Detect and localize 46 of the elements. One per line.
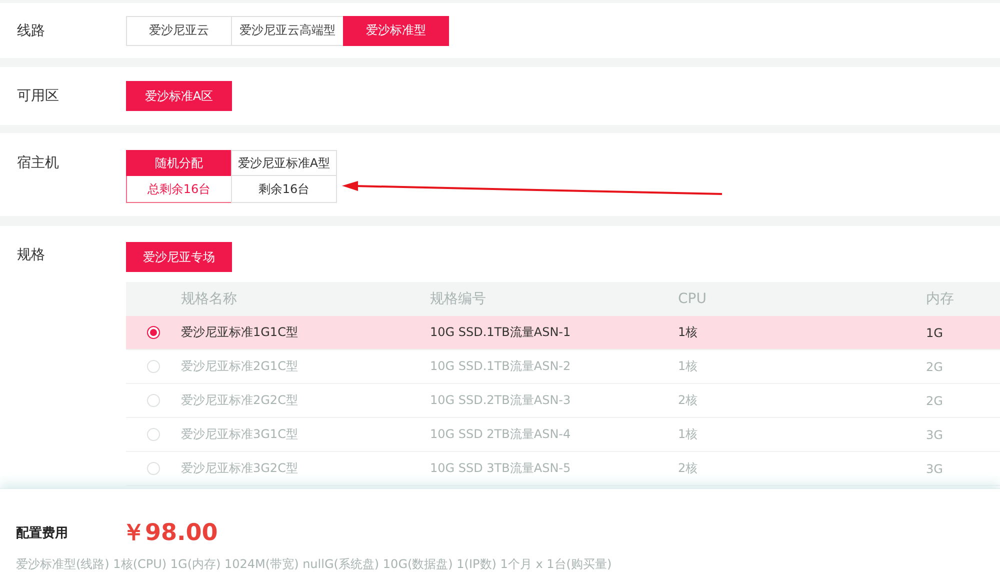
remaining-count: 剩余16台 — [231, 176, 337, 203]
group-tab[interactable]: 爱沙尼亚专场 — [126, 242, 232, 272]
table-cell-text: 爱沙尼亚标准2G2C型 — [181, 392, 299, 409]
field-label: 规格 — [17, 246, 46, 264]
option-button[interactable]: 爱沙尼亚云高端型 — [231, 16, 344, 46]
host-option[interactable]: 爱沙尼亚标准A型 — [231, 150, 337, 176]
table-cell-text: 10G SSD.2TB流量ASN-3 — [430, 392, 572, 409]
table-row[interactable]: 爱沙尼亚标准2G2C型 10G SSD.2TB流量ASN-3 2核 2G — [126, 384, 1000, 418]
table-cell-text: 2核 — [678, 460, 699, 477]
cost-label: 配置费用 — [16, 524, 69, 542]
table-cell-text: 1核 — [678, 426, 699, 443]
column-header: 规格编号 — [430, 290, 487, 308]
table-cell-text: 3G — [926, 462, 944, 476]
table-cell-text: 1核 — [678, 324, 699, 341]
option-button[interactable]: 爱沙标准型 — [343, 16, 449, 46]
table-cell-text: 爱沙尼亚标准1G1C型 — [181, 324, 299, 341]
option-button[interactable]: 爱沙尼亚云 — [126, 16, 232, 46]
table-row[interactable]: 爱沙尼亚标准1G1C型 10G SSD.1TB流量ASN-1 1核 1G — [126, 316, 1000, 350]
option-button[interactable]: 爱沙标准A区 — [126, 81, 232, 111]
table-cell-text: 爱沙尼亚标准3G1C型 — [181, 426, 299, 443]
table-cell-text: 1核 — [678, 358, 699, 375]
table-cell-text: 10G SSD.1TB流量ASN-1 — [430, 324, 572, 341]
table-cell-text: 爱沙尼亚标准2G1C型 — [181, 358, 299, 375]
radio-button[interactable] — [147, 326, 160, 339]
table-row[interactable]: 爱沙尼亚标准3G1C型 10G SSD 2TB流量ASN-4 1核 3G — [126, 418, 1000, 452]
table-cell-text: 2G — [926, 394, 944, 408]
table-cell-text: 1G — [926, 326, 944, 340]
config-summary: 爱沙标准型(线路) 1核(CPU) 1G(内存) 1024M(带宽) nullG(系统盘) 10G(数据盘) 1(IP数) 1个月 x 1台(购买量) — [16, 556, 613, 573]
host-option[interactable]: 随机分配 — [126, 150, 232, 176]
table-row[interactable]: 爱沙尼亚标准2G1C型 10G SSD.1TB流量ASN-2 1核 2G — [126, 350, 1000, 384]
table-cell-text: 2G — [926, 360, 944, 374]
column-header: 内存 — [926, 290, 955, 308]
table-cell-text: 10G SSD 2TB流量ASN-4 — [430, 426, 572, 443]
remaining-count: 总剩余16台 — [126, 176, 232, 203]
field-label: 宿主机 — [17, 154, 60, 172]
table-row[interactable]: 爱沙尼亚标准3G2C型 10G SSD 3TB流量ASN-5 2核 3G — [126, 452, 1000, 486]
table-cell-text: 爱沙尼亚标准3G2C型 — [181, 460, 299, 477]
column-header: CPU — [678, 291, 708, 307]
field-label: 可用区 — [17, 87, 60, 105]
table-cell-text: 10G SSD.1TB流量ASN-2 — [430, 358, 572, 375]
field-label: 线路 — [17, 22, 46, 40]
column-header: 规格名称 — [181, 290, 238, 308]
table-cell-text: 2核 — [678, 392, 699, 409]
table-cell-text: 3G — [926, 428, 944, 442]
price: ￥98.00 — [122, 519, 218, 548]
table-cell-text: 10G SSD 3TB流量ASN-5 — [430, 460, 572, 477]
